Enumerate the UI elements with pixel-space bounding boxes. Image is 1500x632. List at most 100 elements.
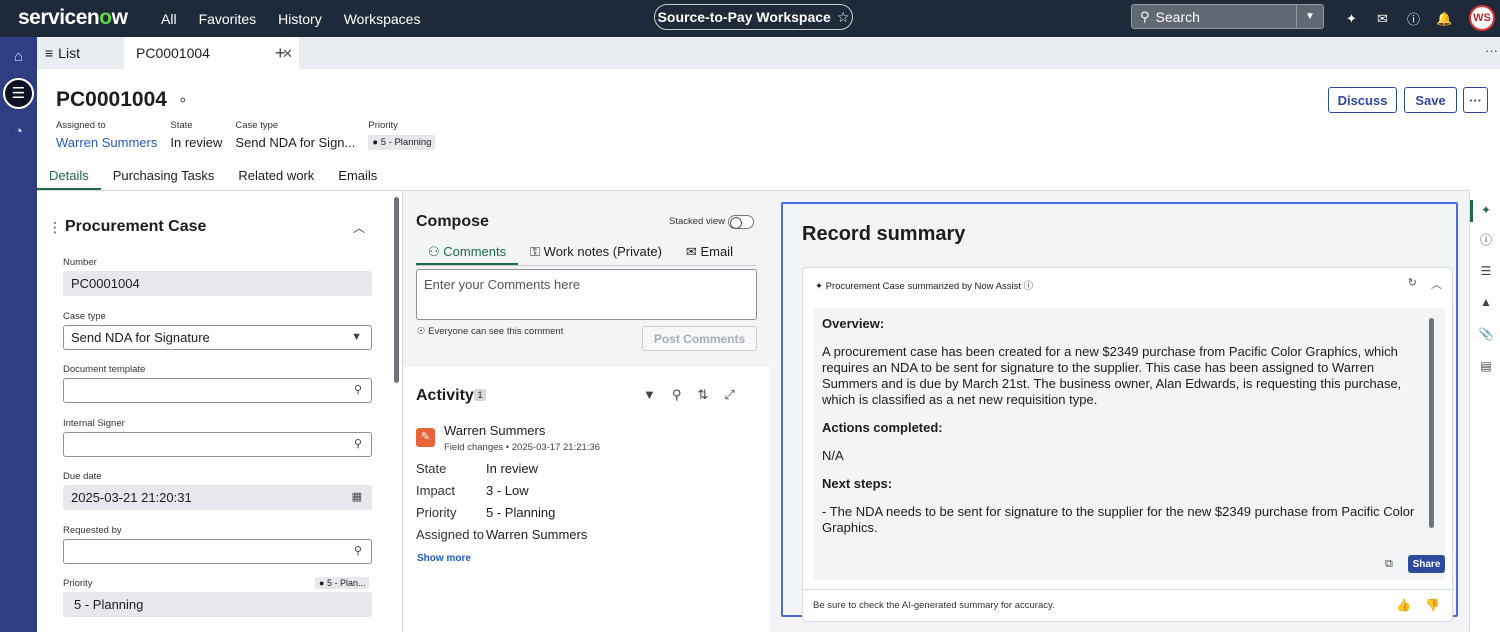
stacked-view-label: Stacked view (669, 216, 725, 227)
pencil-icon: ✎ (416, 428, 435, 447)
lookup-search-icon[interactable]: ⚲ (354, 540, 362, 563)
add-tab-icon[interactable]: + (275, 43, 286, 64)
document-icon[interactable]: ▤ (1476, 356, 1496, 376)
more-icon[interactable]: ··· (1485, 43, 1498, 58)
filter-icon[interactable]: ▼ (643, 387, 656, 403)
tag-icon[interactable]: ⚬ (177, 92, 189, 109)
copy-icon[interactable]: ⧉ (1385, 558, 1393, 571)
sparkle-icon: ✦ (815, 281, 823, 292)
servicenow-logo[interactable]: servicenow (18, 6, 128, 30)
top-nav-menu: All Favorites History Workspaces (150, 0, 431, 37)
refresh-icon[interactable]: ↻ (1408, 276, 1417, 292)
bell-icon[interactable]: 🔔 (1429, 11, 1460, 27)
list-icon[interactable]: ☰ (1476, 261, 1496, 281)
tab-record[interactable]: PC0001004 ✕ (124, 37, 299, 69)
now-assist-icon[interactable]: ✦ (1336, 11, 1367, 27)
star-icon[interactable]: ☆ (837, 9, 850, 26)
left-rail: ⌂ ☰ ◔ (0, 37, 37, 632)
assigned-label: Assigned to (56, 120, 106, 131)
help-icon[interactable]: ⓘ (1398, 9, 1429, 28)
post-comments-button[interactable]: Post Comments (642, 326, 757, 351)
activity-meta: Field changes • 2025-03-17 21:21:36 (444, 442, 600, 453)
summary-disclaimer: Be sure to check the AI-generated summar… (813, 600, 1055, 611)
nav-all[interactable]: All (161, 11, 177, 27)
home-icon[interactable]: ⌂ (8, 46, 29, 67)
next-steps-text: - The NDA needs to be sent for signature… (822, 504, 1415, 535)
sort-icon[interactable]: ⇅ (697, 387, 708, 403)
global-search[interactable]: ⚲ Search ▼ (1131, 4, 1324, 29)
lookup-search-icon[interactable]: ⚲ (354, 433, 362, 456)
tab-details[interactable]: Details (37, 166, 101, 191)
assigned-link[interactable]: Warren Summers (56, 135, 157, 150)
compose-section: Compose Stacked view ⚇ Comments ⚿ Work n… (403, 191, 770, 367)
expand-icon[interactable]: ⤢ (724, 387, 734, 403)
case-type-label: Case type (63, 311, 106, 322)
priority-field: Priority ● 5 - Planning (368, 120, 436, 150)
internal-signer-label: Internal Signer (63, 418, 125, 429)
tab-purchasing-tasks[interactable]: Purchasing Tasks (101, 166, 227, 191)
tab-emails[interactable]: Emails (326, 166, 389, 191)
case-type-select-value: Send NDA for Signature (71, 330, 210, 345)
collapse-icon[interactable]: ︿ (1431, 276, 1442, 292)
tab-list[interactable]: ≡ List (45, 37, 80, 69)
lookup-search-icon[interactable]: ⚲ (354, 379, 362, 402)
analytics-icon[interactable]: ◔ (8, 121, 29, 142)
tab-email-label: Email (700, 244, 733, 259)
info-icon[interactable]: ⓘ (1476, 230, 1496, 250)
paperclip-icon[interactable]: 📎 (1476, 324, 1496, 344)
stacked-view-toggle[interactable] (728, 215, 754, 229)
drag-handle-icon[interactable]: ⋮ (48, 219, 62, 236)
case-type-select[interactable]: Send NDA for Signature ▼ (63, 325, 372, 350)
show-more-link[interactable]: Show more (417, 553, 471, 564)
priority-mini-badge: ● 5 - Plan... (315, 577, 370, 589)
tab-work-notes[interactable]: ⚿ Work notes (Private) (518, 241, 674, 265)
summary-scrollbar[interactable] (1429, 318, 1434, 528)
list-icon[interactable]: ☰ (3, 78, 34, 109)
info-icon[interactable]: ⓘ (1024, 281, 1034, 292)
calendar-icon[interactable]: ▦ (352, 486, 362, 509)
form-scrollbar[interactable] (394, 197, 399, 383)
search-icon: ⚲ (1140, 8, 1150, 24)
state-value: In review (170, 135, 223, 150)
requested-by-input[interactable]: ⚲ (63, 539, 372, 564)
more-actions-button[interactable]: ··· (1463, 87, 1488, 113)
tab-related-work[interactable]: Related work (226, 166, 326, 191)
user-avatar[interactable]: WS (1469, 5, 1495, 31)
tab-work-notes-label: Work notes (Private) (543, 244, 662, 259)
chat-icon[interactable]: ✉ (1367, 11, 1398, 27)
nav-workspaces[interactable]: Workspaces (344, 11, 421, 27)
share-button[interactable]: Share (1408, 555, 1445, 573)
lock-icon: ⚿ (530, 244, 541, 259)
due-date-field[interactable]: 2025-03-21 21:20:31 ▦ (63, 485, 372, 510)
thumbs-up-icon[interactable]: 👍 (1396, 598, 1411, 612)
search-icon[interactable]: ⚲ (672, 387, 682, 403)
nav-favorites[interactable]: Favorites (199, 11, 257, 27)
right-rail: ✦ ⓘ ☰ ▲ 📎 ▤ (1469, 191, 1500, 632)
priority-field: 5 - Planning (63, 592, 372, 617)
doc-template-input[interactable]: ⚲ (63, 378, 372, 403)
dropdown-caret-icon: ▼ (351, 331, 362, 343)
mortarboard-icon[interactable]: ▲ (1476, 292, 1496, 312)
record-header: PC0001004 ⚬ Assigned to Warren Summers S… (37, 69, 1500, 191)
tab-comments[interactable]: ⚇ Comments (416, 241, 519, 265)
workspace-tab-bar: ≡ List PC0001004 ✕ + ··· (37, 37, 1500, 69)
activity-type: Field changes (444, 442, 504, 453)
internal-signer-input[interactable]: ⚲ (63, 432, 372, 457)
now-assist-icon[interactable]: ✦ (1476, 200, 1496, 220)
discuss-button[interactable]: Discuss (1328, 87, 1397, 113)
nav-history[interactable]: History (278, 11, 322, 27)
collapse-icon[interactable]: ︿ (353, 219, 365, 236)
record-title-wrap: PC0001004 ⚬ (56, 88, 189, 112)
activity-row-key: State (416, 461, 447, 476)
thumbs-down-icon[interactable]: 👎 (1425, 598, 1440, 612)
save-button[interactable]: Save (1404, 87, 1457, 113)
search-dropdown-icon[interactable]: ▼ (1296, 5, 1323, 28)
number-label: Number (63, 257, 97, 268)
comments-textarea[interactable]: Enter your Comments here (416, 269, 757, 320)
summary-highlight-frame: Record summary ✦ Procurement Case summar… (781, 202, 1458, 622)
summary-card-actions: ↻ ︿ (1408, 276, 1442, 292)
top-actions: ✦ ✉ ⓘ 🔔 (1336, 0, 1460, 37)
workspace-selector[interactable]: Source-to-Pay Workspace ☆ (654, 4, 853, 30)
tab-email[interactable]: ✉ Email (674, 241, 745, 265)
search-label: Search (1155, 8, 1200, 25)
